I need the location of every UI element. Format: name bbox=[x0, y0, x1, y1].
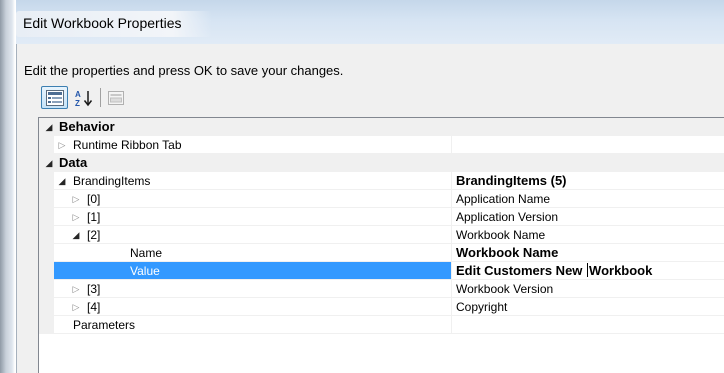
column-splitter[interactable] bbox=[451, 208, 452, 225]
category-row-behavior[interactable]: ◢ Behavior bbox=[39, 118, 724, 136]
alphabetical-sort-button[interactable]: A Z bbox=[71, 86, 96, 109]
property-grid[interactable]: ◢ Behavior ▷ Runtime Ribbon Tab ◢ Data ◢… bbox=[38, 117, 724, 373]
categorized-view-button[interactable] bbox=[41, 86, 68, 109]
text-caret bbox=[587, 263, 589, 277]
column-splitter[interactable] bbox=[451, 316, 452, 333]
window-frame-left bbox=[0, 0, 16, 373]
property-value[interactable]: Workbook Name bbox=[456, 245, 558, 260]
collapsed-triangle-icon[interactable]: ▷ bbox=[57, 139, 67, 151]
property-name: Value bbox=[130, 264, 160, 278]
column-splitter[interactable] bbox=[451, 244, 452, 261]
column-splitter[interactable] bbox=[451, 226, 452, 243]
collection-item-row[interactable]: ▷ [1] Application Version bbox=[39, 208, 724, 226]
property-name: Parameters bbox=[73, 318, 136, 332]
property-name: Name bbox=[130, 246, 163, 260]
collection-item-row[interactable]: ▷ [4] Copyright bbox=[39, 298, 724, 316]
subproperty-row-value[interactable]: Value Edit Customers New Workbook bbox=[39, 262, 724, 280]
categorized-view-icon bbox=[45, 89, 64, 106]
instruction-text: Edit the properties and press OK to save… bbox=[24, 63, 344, 78]
column-splitter[interactable] bbox=[451, 262, 452, 279]
collapsed-triangle-icon[interactable]: ▷ bbox=[71, 193, 81, 205]
item-index: [3] bbox=[87, 282, 101, 296]
edit-text-after-caret: Workbook bbox=[589, 263, 653, 278]
column-splitter[interactable] bbox=[451, 190, 452, 207]
column-splitter[interactable] bbox=[451, 172, 452, 189]
window-title: Edit Workbook Properties bbox=[23, 15, 182, 31]
item-value[interactable]: Workbook Version bbox=[456, 282, 553, 296]
item-index: [2] bbox=[87, 228, 101, 242]
property-pages-icon bbox=[108, 90, 124, 105]
value-edit-field[interactable]: Edit Customers New Workbook bbox=[456, 263, 652, 278]
subproperty-row-name[interactable]: Name Workbook Name bbox=[39, 244, 724, 262]
item-value[interactable]: Copyright bbox=[456, 300, 507, 314]
category-label: Data bbox=[59, 155, 88, 170]
toolbar-separator bbox=[100, 88, 101, 107]
category-row-data[interactable]: ◢ Data bbox=[39, 154, 724, 172]
alphabetical-sort-icon: A Z bbox=[75, 90, 92, 107]
property-value[interactable]: BrandingItems (5) bbox=[456, 173, 567, 188]
svg-text:A: A bbox=[75, 90, 81, 99]
selection-highlight bbox=[54, 262, 451, 279]
collection-item-row[interactable]: ▷ [3] Workbook Version bbox=[39, 280, 724, 298]
item-index: [4] bbox=[87, 300, 101, 314]
property-name: BrandingItems bbox=[73, 174, 151, 188]
property-row-branding-items[interactable]: ◢ BrandingItems BrandingItems (5) bbox=[39, 172, 724, 190]
expanded-triangle-icon[interactable]: ◢ bbox=[44, 157, 54, 169]
item-value[interactable]: Workbook Name bbox=[456, 228, 545, 242]
collection-item-row[interactable]: ▷ [0] Application Name bbox=[39, 190, 724, 208]
item-value[interactable]: Application Name bbox=[456, 192, 550, 206]
column-splitter[interactable] bbox=[451, 136, 452, 153]
collection-item-row[interactable]: ◢ [2] Workbook Name bbox=[39, 226, 724, 244]
collapsed-triangle-icon[interactable]: ▷ bbox=[71, 211, 81, 223]
expanded-triangle-icon[interactable]: ◢ bbox=[57, 175, 67, 187]
property-name: Runtime Ribbon Tab bbox=[73, 138, 182, 152]
property-row-parameters[interactable]: Parameters bbox=[39, 316, 724, 334]
property-row-runtime-ribbon-tab[interactable]: ▷ Runtime Ribbon Tab bbox=[39, 136, 724, 154]
item-index: [1] bbox=[87, 210, 101, 224]
category-label: Behavior bbox=[59, 119, 115, 134]
column-splitter[interactable] bbox=[451, 280, 452, 297]
column-splitter[interactable] bbox=[451, 298, 452, 315]
expanded-triangle-icon[interactable]: ◢ bbox=[44, 121, 54, 133]
collapsed-triangle-icon[interactable]: ▷ bbox=[71, 301, 81, 313]
item-index: [0] bbox=[87, 192, 101, 206]
collapsed-triangle-icon[interactable]: ▷ bbox=[71, 283, 81, 295]
edit-text-before-caret: Edit Customers New bbox=[456, 263, 587, 278]
expanded-triangle-icon[interactable]: ◢ bbox=[71, 229, 81, 241]
svg-text:Z: Z bbox=[75, 99, 80, 107]
item-value[interactable]: Application Version bbox=[456, 210, 558, 224]
property-pages-button[interactable] bbox=[104, 86, 128, 109]
